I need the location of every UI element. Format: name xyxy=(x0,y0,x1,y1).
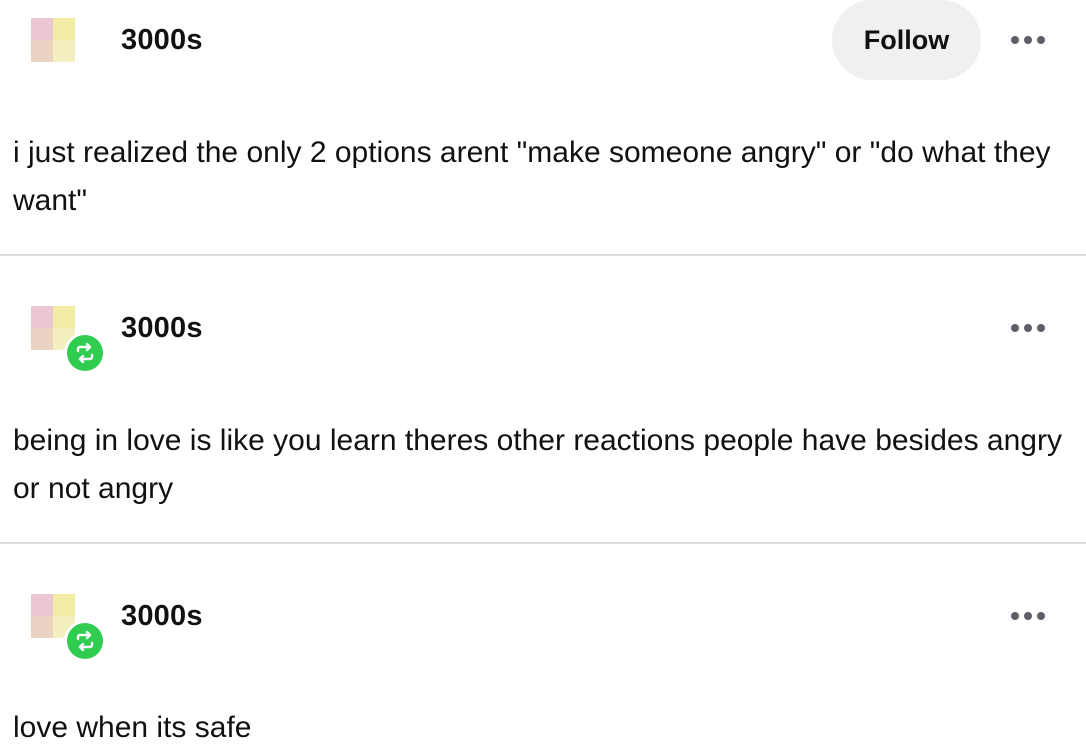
reblog-icon xyxy=(64,620,106,662)
dot xyxy=(1037,612,1045,620)
dot xyxy=(1011,612,1019,620)
avatar-tile xyxy=(31,616,53,638)
username[interactable]: 3000s xyxy=(121,598,203,634)
more-options-icon[interactable] xyxy=(1007,606,1051,626)
avatar-tile xyxy=(31,594,53,616)
dot xyxy=(1024,612,1032,620)
post-header: 3000s xyxy=(0,576,1086,662)
reblog-arrows-icon xyxy=(76,630,94,652)
post-body-text: love when its safe xyxy=(13,711,252,744)
post-reblog: 3000s love when its safe xyxy=(0,0,1086,753)
avatar-tile xyxy=(53,594,75,616)
